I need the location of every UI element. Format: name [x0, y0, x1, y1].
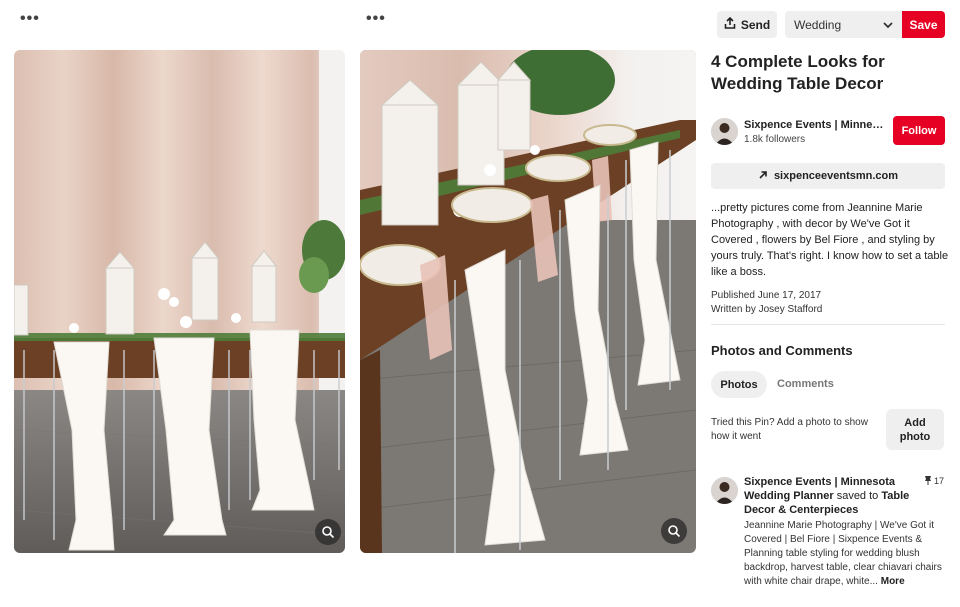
wedding-table-photo-right[interactable]: [360, 50, 696, 553]
author-line: Written by Josey Stafford: [711, 304, 823, 315]
activity-action: saved to: [833, 490, 882, 502]
more-link[interactable]: More: [881, 576, 905, 587]
pin-count: 17: [924, 475, 944, 487]
website-link-button[interactable]: sixpenceeventsmn.com: [711, 163, 945, 189]
tab-photos[interactable]: Photos: [711, 371, 767, 398]
pin-description: ...pretty pictures come from Jeannine Ma…: [711, 202, 949, 278]
pin-menu-button[interactable]: •••: [20, 11, 40, 27]
external-link-arrow-icon: [758, 170, 768, 183]
pushpin-icon: [924, 475, 932, 487]
activity-description: Jeannine Marie Photography | We've Got i…: [744, 520, 942, 587]
creator-row: Sixpence Events | Minnesota Wedding Plan…: [711, 116, 945, 148]
follower-count: 1.8k followers: [744, 134, 806, 145]
send-button[interactable]: Send: [717, 11, 777, 38]
pin-toolbar: Send Wedding Save: [717, 11, 945, 38]
tab-comments[interactable]: Comments: [777, 378, 834, 390]
board-select[interactable]: Wedding: [785, 11, 902, 38]
divider: [711, 324, 945, 325]
website-url: sixpenceeventsmn.com: [773, 170, 899, 182]
add-photo-prompt: Tried this Pin? Add a photo to show how …: [711, 417, 868, 442]
creator-avatar[interactable]: [711, 118, 738, 145]
activity-avatar[interactable]: [711, 477, 738, 504]
pin-count-value: 17: [934, 476, 945, 486]
pin-title: 4 Complete Looks for Wedding Table Decor: [711, 52, 885, 93]
chevron-down-icon: [883, 18, 893, 32]
visual-search-icon[interactable]: [661, 518, 687, 544]
share-upload-icon: [724, 16, 736, 32]
creator-name[interactable]: Sixpence Events | Minnesota Wedding Plan…: [744, 119, 889, 131]
activity-headline: Sixpence Events | Minnesota Wedding Plan…: [744, 475, 919, 517]
add-photo-button[interactable]: Add photo: [886, 409, 944, 450]
send-label: Send: [740, 17, 771, 32]
visual-search-icon[interactable]: [315, 519, 341, 545]
activity-text: Jeannine Marie Photography | We've Got i…: [744, 519, 954, 589]
follow-button[interactable]: Follow: [893, 116, 945, 145]
pin-menu-button[interactable]: •••: [366, 11, 386, 27]
save-activity-item: Sixpence Events | Minnesota Wedding Plan…: [711, 475, 951, 595]
photos-comments-heading: Photos and Comments: [711, 343, 853, 358]
wedding-table-photo-left[interactable]: [14, 50, 345, 553]
published-date: Published June 17, 2017: [711, 290, 822, 301]
board-select-value: Wedding: [794, 17, 842, 32]
save-button[interactable]: Save: [902, 11, 945, 38]
